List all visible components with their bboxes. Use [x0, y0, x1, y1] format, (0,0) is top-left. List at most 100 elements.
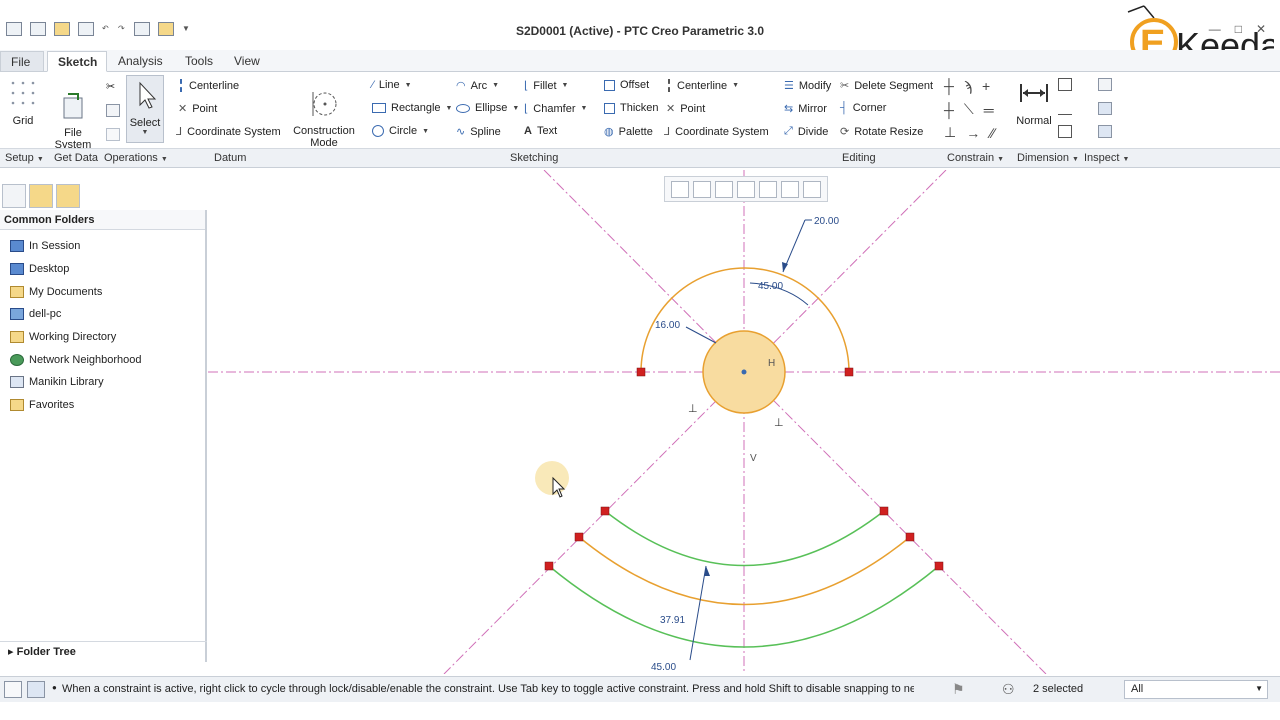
circle-button[interactable]: Circle ▼: [372, 125, 429, 137]
vertical-constraint-icon[interactable]: ┼: [944, 78, 954, 94]
folder-tree-toggle[interactable]: ▸ Folder Tree: [0, 641, 207, 661]
dimension-45-bottom[interactable]: 45.00: [651, 662, 676, 673]
paste-icon[interactable]: [106, 128, 120, 141]
dimension-37-91[interactable]: 37.91: [660, 615, 685, 626]
zoom-in-icon[interactable]: [693, 181, 711, 198]
selection-filter-dropdown[interactable]: All ▼: [1124, 680, 1268, 699]
find-icon[interactable]: ⚇: [1002, 681, 1015, 698]
navigator-toggle-icon[interactable]: [4, 681, 22, 698]
symmetric-constraint-icon[interactable]: →: [966, 125, 980, 141]
browser-toggle-icon[interactable]: [27, 681, 45, 698]
folder-favorites[interactable]: Favorites: [10, 399, 74, 411]
shade-closed-loops-icon[interactable]: [1098, 125, 1112, 138]
folder-network-neighborhood[interactable]: Network Neighborhood: [10, 354, 142, 366]
model-tree-tab-icon[interactable]: [2, 184, 26, 208]
palette-button[interactable]: ◍ Palette: [604, 125, 653, 139]
thicken-button[interactable]: Thicken: [604, 102, 659, 114]
constrain-row-2: ┼ ⟍ ═: [944, 101, 994, 118]
tab-file[interactable]: File ▾: [0, 51, 44, 89]
origin-point[interactable]: [741, 369, 747, 375]
baseline-dimension-icon[interactable]: [1058, 102, 1072, 115]
fillet-button[interactable]: ⌊ Fillet ▼: [524, 79, 568, 93]
endpoint[interactable]: [574, 532, 584, 542]
dimension-16[interactable]: 16.00: [655, 320, 680, 331]
offset-icon: [604, 79, 615, 91]
group-constrain[interactable]: Constrain ▼: [947, 152, 1004, 164]
normal-dimension-button[interactable]: Normal: [1014, 78, 1054, 127]
corner-button[interactable]: ┤ Corner: [840, 102, 886, 114]
tab-analysis[interactable]: Analysis: [108, 51, 173, 72]
divide-button[interactable]: ⤢ Divide: [784, 125, 828, 138]
group-setup[interactable]: Setup ▼: [5, 152, 44, 164]
coincident-constraint-icon[interactable]: ⟍: [964, 101, 974, 118]
mirror-button[interactable]: ⇆ Mirror: [784, 102, 827, 116]
group-operations[interactable]: Operations ▼: [104, 152, 168, 164]
folder-dell-pc[interactable]: dell-pc: [10, 308, 61, 320]
perimeter-dimension-icon[interactable]: [1058, 78, 1072, 91]
overlapping-geometry-icon[interactable]: [1098, 78, 1112, 91]
datum-point-button[interactable]: ✕ Point: [178, 102, 217, 116]
perpendicular-symbol[interactable]: ⊥: [688, 402, 698, 415]
endpoint[interactable]: [600, 506, 610, 516]
datum-coordinate-system-button[interactable]: ⅃ Coordinate System: [176, 125, 281, 139]
favorites-tab-icon[interactable]: [56, 184, 80, 208]
perpendicular-symbol[interactable]: ⊥: [774, 416, 784, 429]
endpoint[interactable]: [636, 367, 646, 377]
chamfer-button[interactable]: ⌊ Chamfer ▼: [524, 102, 587, 116]
zoom-out-icon[interactable]: [715, 181, 733, 198]
group-get-data[interactable]: Get Data: [54, 152, 98, 164]
equal-constraint-icon[interactable]: ═: [984, 102, 994, 118]
copy-icon[interactable]: [106, 104, 120, 117]
parallel-constraint-icon[interactable]: ∕∕: [990, 125, 995, 141]
refit-icon[interactable]: [671, 181, 689, 198]
display-style-icon[interactable]: [759, 181, 777, 198]
dimension-20[interactable]: 20.00: [814, 216, 839, 227]
group-inspect[interactable]: Inspect ▼: [1084, 152, 1129, 164]
sketch-view-icon[interactable]: [781, 181, 799, 198]
folder-in-session[interactable]: In Session: [10, 240, 80, 252]
arc-button[interactable]: ◠ Arc ▼: [456, 79, 499, 93]
flag-icon[interactable]: ⚑: [952, 681, 965, 698]
modify-button[interactable]: ☰ Modify: [784, 79, 831, 93]
folder-manikin-library[interactable]: Manikin Library: [10, 376, 104, 388]
folder-desktop[interactable]: Desktop: [10, 263, 69, 275]
tab-tools[interactable]: Tools: [175, 51, 223, 72]
endpoint[interactable]: [905, 532, 915, 542]
endpoint[interactable]: [934, 561, 944, 571]
grid-button[interactable]: Grid: [6, 78, 40, 127]
sketch-coordinate-system-button[interactable]: ⅃ Coordinate System: [664, 125, 769, 139]
horizontal-constraint-icon[interactable]: ┼: [944, 102, 954, 118]
highlight-open-ends-icon[interactable]: [1098, 102, 1112, 115]
ellipse-button[interactable]: Ellipse ▼: [456, 102, 519, 114]
endpoint[interactable]: [844, 367, 854, 377]
sketch-centerline-button[interactable]: Centerline ▼: [668, 79, 739, 92]
offset-button[interactable]: Offset: [604, 79, 649, 91]
rectangle-button[interactable]: Rectangle ▼: [372, 102, 452, 114]
reference-dimension-icon[interactable]: [1058, 125, 1072, 138]
tangent-constraint-icon[interactable]: ϡ: [964, 78, 972, 94]
rotate-resize-button[interactable]: ⟳ Rotate Resize: [840, 125, 923, 139]
delete-segment-button[interactable]: ✂ Delete Segment: [840, 79, 933, 93]
cut-icon[interactable]: ✂: [106, 80, 115, 93]
endpoint[interactable]: [544, 561, 554, 571]
tab-sketch[interactable]: Sketch: [47, 51, 107, 72]
tab-view[interactable]: View: [224, 51, 270, 72]
sketch-point-button[interactable]: ✕ Point: [666, 102, 705, 116]
endpoint[interactable]: [879, 506, 889, 516]
group-dimension[interactable]: Dimension ▼: [1017, 152, 1079, 164]
sketch-drawing[interactable]: ⊥ ⊥ 20.00 45.00 16.00 37.91 45.00 H V: [208, 170, 1280, 674]
spline-button[interactable]: ∿ Spline: [456, 125, 501, 139]
folder-working-directory[interactable]: Working Directory: [10, 331, 116, 343]
dimension-45-angle[interactable]: 45.00: [758, 281, 783, 292]
folder-my-documents[interactable]: My Documents: [10, 286, 102, 298]
sketcher-display-filters-icon[interactable]: [803, 181, 821, 198]
datum-centerline-button[interactable]: Centerline: [180, 79, 239, 92]
repaint-icon[interactable]: [737, 181, 755, 198]
perpendicular-constraint-icon[interactable]: ⊥: [944, 124, 956, 141]
select-button[interactable]: Select ▼: [126, 75, 164, 143]
sketch-canvas[interactable]: ⊥ ⊥ 20.00 45.00 16.00 37.91 45.00 H V: [208, 170, 1280, 674]
midpoint-constraint-icon[interactable]: +: [982, 78, 990, 94]
folder-browser-tab-icon[interactable]: [29, 184, 53, 208]
line-button[interactable]: ⁄ Line ▼: [372, 79, 412, 91]
text-button[interactable]: A Text: [524, 125, 557, 137]
